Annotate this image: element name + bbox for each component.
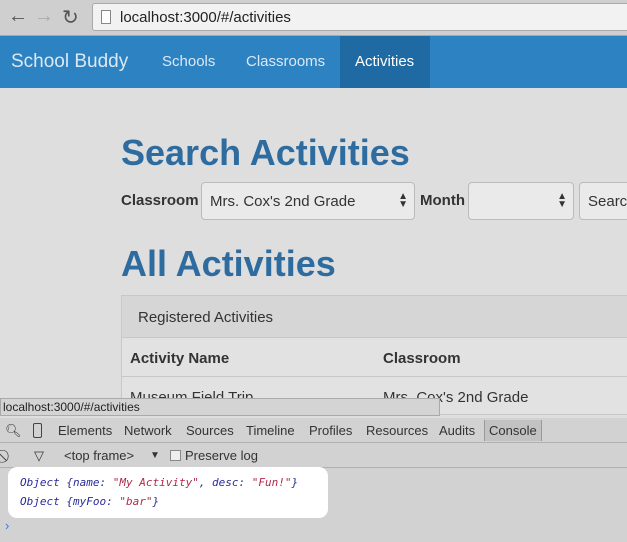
tab-audits[interactable]: Audits xyxy=(439,423,475,438)
devtools: 🔍︎ Elements Network Sources Timeline Pro… xyxy=(0,418,627,542)
navbar: School Buddy Schools Classrooms Activiti… xyxy=(0,36,627,88)
nav-schools[interactable]: Schools xyxy=(162,53,215,70)
tab-console[interactable]: Console xyxy=(484,420,542,441)
classroom-value: Mrs. Cox's 2nd Grade xyxy=(210,193,356,210)
nav-activities[interactable]: Activities xyxy=(355,53,414,70)
search-icon[interactable]: 🔍︎ xyxy=(5,423,22,439)
forward-icon[interactable]: → xyxy=(34,5,54,28)
brand[interactable]: School Buddy xyxy=(11,51,128,73)
classroom-label: Classroom xyxy=(121,192,199,209)
tab-elements[interactable]: Elements xyxy=(58,423,112,438)
preserve-log-checkbox[interactable] xyxy=(170,450,181,461)
console-toolbar: ⃠ ▽ <top frame> ▼ Preserve log xyxy=(0,443,627,468)
nav-classrooms[interactable]: Classrooms xyxy=(246,53,325,70)
back-icon[interactable]: ← xyxy=(8,5,28,28)
month-label: Month xyxy=(420,192,465,209)
search-title: Search Activities xyxy=(121,132,410,173)
activities-title: All Activities xyxy=(121,243,336,284)
select-arrows-icon: ▲ ▼ xyxy=(398,191,408,210)
preserve-log-label: Preserve log xyxy=(185,448,258,463)
tab-network[interactable]: Network xyxy=(124,423,172,438)
search-button[interactable]: Searc xyxy=(579,182,627,220)
classroom-select[interactable]: Mrs. Cox's 2nd Grade ▲ ▼ xyxy=(201,182,415,220)
console-prompt[interactable]: › xyxy=(5,518,9,533)
select-arrows-icon: ▲ ▼ xyxy=(557,191,567,210)
tab-sources[interactable]: Sources xyxy=(186,423,234,438)
frame-select[interactable]: <top frame> xyxy=(64,448,134,463)
panel-heading: Registered Activities xyxy=(122,296,627,338)
browser-toolbar: ← → ↻ localhost:3000/#/activities xyxy=(0,0,627,36)
tab-resources[interactable]: Resources xyxy=(366,423,428,438)
address-bar[interactable]: localhost:3000/#/activities xyxy=(92,3,627,31)
col-classroom: Classroom xyxy=(383,350,461,367)
filter-icon[interactable]: ▽ xyxy=(34,448,44,464)
console-log-1: Object {name: "My Activity", desc: "Fun!… xyxy=(20,476,299,489)
tab-profiles[interactable]: Profiles xyxy=(309,423,352,438)
device-icon[interactable] xyxy=(33,423,42,438)
month-select[interactable]: ▲ ▼ xyxy=(468,182,574,220)
dropdown-icon[interactable]: ▼ xyxy=(150,450,160,461)
page-icon xyxy=(101,10,111,24)
main-content: Search Activities Classroom Mrs. Cox's 2… xyxy=(0,88,627,418)
highlight-box xyxy=(8,467,328,518)
status-bar: localhost:3000/#/activities xyxy=(0,398,440,416)
col-activity-name: Activity Name xyxy=(130,350,230,367)
reload-icon[interactable]: ↻ xyxy=(62,5,79,30)
console-log-2: Object {myFoo: "bar"} xyxy=(20,495,160,508)
url-text: localhost:3000/#/activities xyxy=(120,9,291,26)
devtools-tabs: 🔍︎ Elements Network Sources Timeline Pro… xyxy=(0,418,627,443)
tab-timeline[interactable]: Timeline xyxy=(246,423,295,438)
activities-panel: Registered Activities Activity Name Clas… xyxy=(121,295,627,415)
